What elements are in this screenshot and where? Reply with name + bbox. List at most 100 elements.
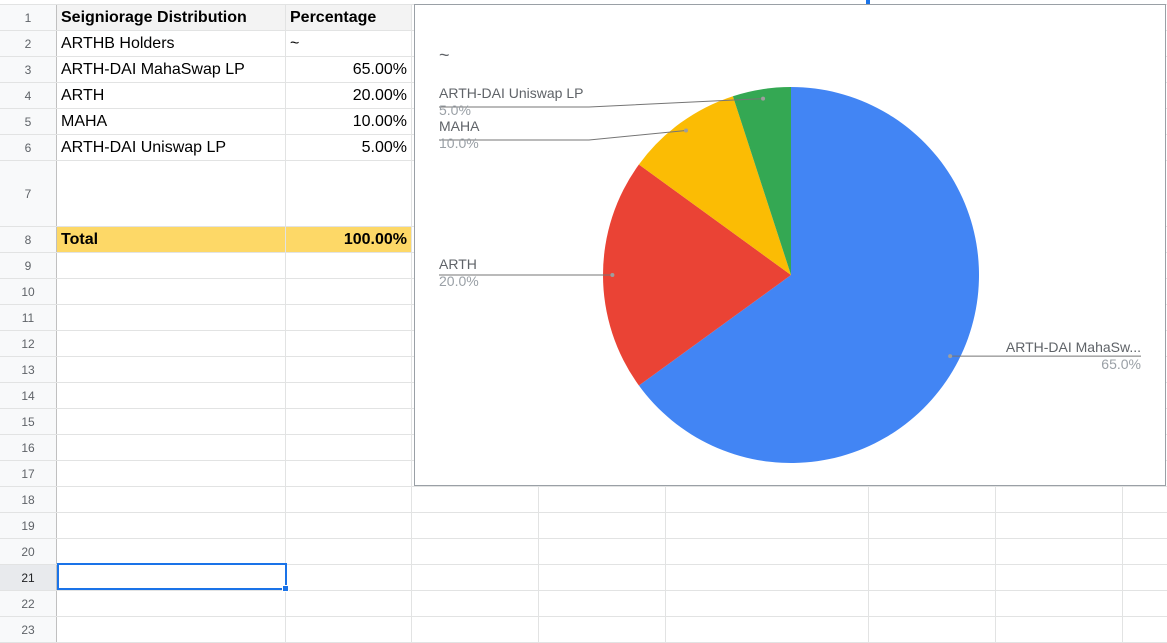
cell[interactable] <box>539 565 666 590</box>
cell[interactable] <box>57 161 286 226</box>
cell[interactable] <box>286 565 412 590</box>
row-number[interactable]: 2 <box>0 31 57 56</box>
row-number[interactable]: 13 <box>0 357 57 382</box>
cell[interactable] <box>1123 617 1167 642</box>
row-number[interactable]: 19 <box>0 513 57 538</box>
cell[interactable] <box>57 305 286 330</box>
cell[interactable] <box>286 539 412 564</box>
cell[interactable] <box>57 357 286 382</box>
percentage-cell[interactable]: ~ <box>286 31 412 56</box>
cell[interactable] <box>412 591 539 616</box>
label-cell[interactable]: ARTHB Holders <box>57 31 286 56</box>
cell[interactable] <box>666 487 869 512</box>
row-number[interactable]: 21 <box>0 565 57 590</box>
cell[interactable] <box>412 565 539 590</box>
row-number[interactable]: 5 <box>0 109 57 134</box>
percentage-cell[interactable]: 10.00% <box>286 109 412 134</box>
row-number[interactable]: 6 <box>0 135 57 160</box>
cell[interactable] <box>996 487 1123 512</box>
label-cell[interactable]: MAHA <box>57 109 286 134</box>
cell[interactable] <box>57 461 286 486</box>
cell[interactable] <box>412 487 539 512</box>
row-number[interactable]: 1 <box>0 5 57 30</box>
pie-chart[interactable]: ~ ARTH-DAI MahaSw... 65.0% ARTH 20.0% MAHA 10… <box>414 4 1166 486</box>
cell[interactable] <box>57 617 286 642</box>
row-number[interactable]: 20 <box>0 539 57 564</box>
row-number[interactable]: 3 <box>0 57 57 82</box>
header-cell-distribution[interactable]: Seigniorage Distribution <box>57 5 286 30</box>
cell[interactable] <box>57 331 286 356</box>
percentage-cell[interactable]: 65.00% <box>286 57 412 82</box>
row-number[interactable]: 4 <box>0 83 57 108</box>
cell[interactable] <box>57 409 286 434</box>
cell[interactable] <box>412 539 539 564</box>
cell[interactable] <box>869 565 996 590</box>
sheet-row[interactable]: 23 <box>0 617 1167 643</box>
cell[interactable] <box>412 513 539 538</box>
row-number[interactable]: 12 <box>0 331 57 356</box>
cell[interactable] <box>286 617 412 642</box>
cell[interactable] <box>57 513 286 538</box>
sheet-row[interactable]: 22 <box>0 591 1167 617</box>
sheet-row[interactable]: 18 <box>0 487 1167 513</box>
cell[interactable] <box>869 513 996 538</box>
cell[interactable] <box>1123 487 1167 512</box>
cell[interactable] <box>286 279 412 304</box>
cell[interactable] <box>539 617 666 642</box>
cell[interactable] <box>869 617 996 642</box>
fill-handle[interactable] <box>282 585 289 592</box>
row-number[interactable]: 17 <box>0 461 57 486</box>
cell[interactable] <box>869 487 996 512</box>
cell[interactable] <box>57 565 286 590</box>
row-number[interactable]: 18 <box>0 487 57 512</box>
cell[interactable] <box>412 617 539 642</box>
cell[interactable] <box>539 591 666 616</box>
row-number[interactable]: 16 <box>0 435 57 460</box>
label-cell[interactable]: ARTH <box>57 83 286 108</box>
cell[interactable] <box>57 539 286 564</box>
percentage-cell[interactable]: 20.00% <box>286 83 412 108</box>
row-number[interactable]: 23 <box>0 617 57 642</box>
row-number[interactable]: 15 <box>0 409 57 434</box>
cell[interactable] <box>286 461 412 486</box>
cell[interactable] <box>286 305 412 330</box>
header-cell-percentage[interactable]: Percentage <box>286 5 412 30</box>
cell[interactable] <box>286 409 412 434</box>
percentage-cell[interactable]: 5.00% <box>286 135 412 160</box>
cell[interactable] <box>996 539 1123 564</box>
cell[interactable] <box>666 617 869 642</box>
cell[interactable] <box>996 617 1123 642</box>
cell[interactable] <box>666 591 869 616</box>
row-number[interactable]: 8 <box>0 227 57 252</box>
row-number[interactable]: 11 <box>0 305 57 330</box>
cell[interactable] <box>286 331 412 356</box>
row-number[interactable]: 10 <box>0 279 57 304</box>
cell[interactable] <box>57 591 286 616</box>
sheet-row[interactable]: 21 <box>0 565 1167 591</box>
total-value-cell[interactable]: 100.00% <box>286 227 412 252</box>
row-number[interactable]: 14 <box>0 383 57 408</box>
cell[interactable] <box>57 435 286 460</box>
cell[interactable] <box>996 591 1123 616</box>
cell[interactable] <box>1123 565 1167 590</box>
label-cell[interactable]: ARTH-DAI MahaSwap LP <box>57 57 286 82</box>
cell[interactable] <box>286 357 412 382</box>
cell[interactable] <box>539 539 666 564</box>
cell[interactable] <box>539 487 666 512</box>
sheet-row[interactable]: 20 <box>0 539 1167 565</box>
cell[interactable] <box>57 253 286 278</box>
cell[interactable] <box>666 513 869 538</box>
cell[interactable] <box>286 487 412 512</box>
cell[interactable] <box>1123 591 1167 616</box>
label-cell[interactable]: ARTH-DAI Uniswap LP <box>57 135 286 160</box>
total-label-cell[interactable]: Total <box>57 227 286 252</box>
cell[interactable] <box>996 513 1123 538</box>
cell[interactable] <box>996 565 1123 590</box>
cell[interactable] <box>666 565 869 590</box>
row-number[interactable]: 9 <box>0 253 57 278</box>
row-number[interactable]: 7 <box>0 161 57 226</box>
cell[interactable] <box>286 383 412 408</box>
sheet-row[interactable]: 19 <box>0 513 1167 539</box>
cell[interactable] <box>286 435 412 460</box>
cell[interactable] <box>57 487 286 512</box>
